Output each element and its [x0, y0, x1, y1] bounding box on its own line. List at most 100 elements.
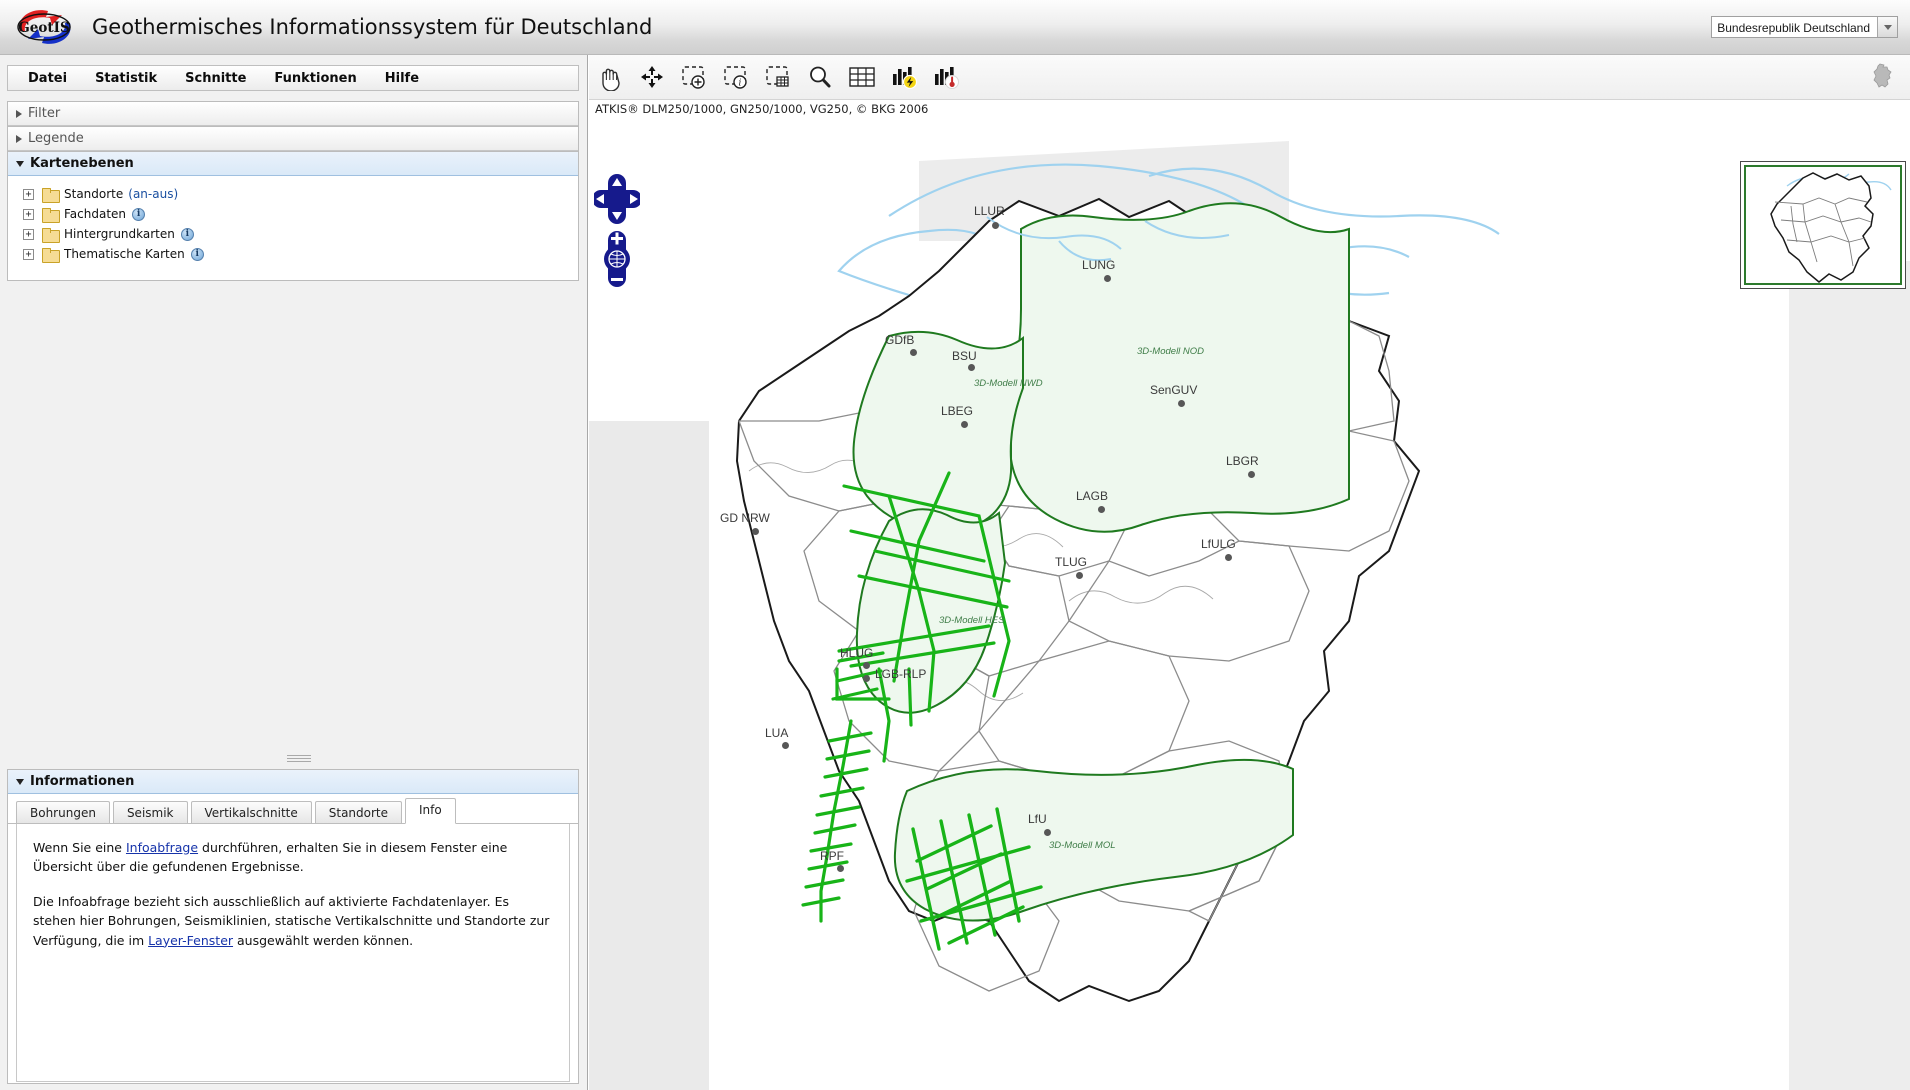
- magnifier-icon: [810, 66, 831, 88]
- info-icon[interactable]: i: [132, 207, 146, 221]
- menu-item-funktionen[interactable]: Funktionen: [260, 69, 370, 88]
- left-panel: Datei Statistik Schnitte Funktionen Hilf…: [0, 55, 588, 1090]
- accordion-filter-header[interactable]: Filter: [8, 102, 578, 126]
- map-model-label-nod: 3D-Modell NOD: [1137, 346, 1205, 357]
- tab-vertikalschnitte[interactable]: Vertikalschnitte: [190, 801, 312, 823]
- tree-item-label: Thematische Karten: [64, 247, 185, 261]
- info-icon[interactable]: i: [190, 247, 204, 261]
- accordion-legende-title: Legende: [28, 131, 84, 146]
- pan-tool-button[interactable]: [589, 57, 631, 97]
- rect-table-icon: [766, 66, 789, 87]
- map-label-gdfb: GDfB: [885, 333, 915, 347]
- map-dot-lbeg: [961, 421, 968, 428]
- layer-fenster-link[interactable]: Layer-Fenster: [148, 933, 233, 948]
- page-title: Geothermisches Informationssystem für De…: [92, 15, 653, 39]
- table-button[interactable]: [841, 57, 883, 97]
- overview-map[interactable]: [1740, 161, 1906, 289]
- app-header: GeotIS Geothermisches Informationssystem…: [0, 0, 1910, 55]
- standorte-an-link[interactable]: an: [133, 187, 148, 201]
- menu-item-datei[interactable]: Datei: [14, 69, 81, 88]
- search-button[interactable]: [799, 57, 841, 97]
- chevron-down-icon[interactable]: [1877, 17, 1897, 37]
- map-dot-senguv: [1178, 400, 1185, 407]
- table-icon: [849, 67, 875, 87]
- map-label-lfu: LfU: [1028, 812, 1047, 826]
- tree-item-fachdaten[interactable]: + Fachdaten i: [16, 204, 578, 224]
- map-label-bsu: BSU: [952, 349, 977, 363]
- map-model-label-nwd: 3D-Modell NWD: [974, 378, 1043, 389]
- folder-icon: [42, 187, 60, 203]
- region-select[interactable]: Bundesrepublik Deutschland: [1711, 16, 1898, 38]
- accordion-filter-title: Filter: [28, 106, 61, 121]
- accordion-filter[interactable]: Filter: [7, 101, 579, 126]
- map-attribution: ATKIS® DLM250/1000, GN250/1000, VG250, ©…: [595, 102, 929, 116]
- germany-shape-icon: [1873, 63, 1892, 88]
- accordion-informationen: Informationen Bohrungen Seismik Vertikal…: [7, 769, 579, 1084]
- panel-resize-handle[interactable]: [287, 755, 311, 762]
- map-label-rpf: RPF: [820, 849, 844, 863]
- tab-standorte[interactable]: Standorte: [314, 801, 403, 823]
- bar-chart-energy-icon: [893, 67, 918, 90]
- map-dot-bsu: [968, 364, 975, 371]
- info-tab-content: Wenn Sie eine Infoabfrage durchführen, e…: [16, 824, 570, 1082]
- expander-icon[interactable]: +: [23, 248, 34, 260]
- accordion-informationen-header[interactable]: Informationen: [8, 770, 578, 794]
- accordion-informationen-title: Informationen: [30, 774, 135, 789]
- map-dot-lua: [782, 742, 789, 749]
- map-label-tlug: TLUG: [1055, 555, 1088, 569]
- menu-item-schnitte[interactable]: Schnitte: [171, 69, 260, 88]
- bar-chart-temperature-icon: [935, 67, 959, 89]
- info-tabs: Bohrungen Seismik Vertikalschnitte Stand…: [8, 798, 578, 824]
- map-dot-gdfb: [910, 349, 917, 356]
- accordion-legende-header[interactable]: Legende: [8, 127, 578, 151]
- expander-icon[interactable]: +: [23, 208, 34, 220]
- map-dot-lfu: [1044, 829, 1051, 836]
- map-label-llur: LLUR: [974, 204, 1005, 218]
- accordion-kartenebenen-title: Kartenebenen: [30, 156, 134, 171]
- map-dot-lfulg: [1225, 554, 1232, 561]
- map-navigation-control[interactable]: [592, 173, 642, 293]
- tree-item-label: Standorte: [64, 187, 124, 201]
- map-canvas[interactable]: LLUR LUNG BSU GDfB SenGUV LBEG LBGR LAGB…: [589, 121, 1910, 1090]
- standorte-aus-link[interactable]: aus: [152, 187, 173, 201]
- map-label-lua: LUA: [765, 726, 789, 740]
- geotis-logo: GeotIS: [10, 5, 80, 49]
- rect-plus-icon: [682, 66, 705, 89]
- map-label-lbeg: LBEG: [941, 404, 974, 418]
- map-dot-lgb-rlp: [863, 675, 870, 682]
- tree-item-label: Hintergrundkarten: [64, 227, 175, 241]
- rect-table-button[interactable]: [757, 57, 799, 97]
- tab-bohrungen[interactable]: Bohrungen: [16, 801, 110, 823]
- expander-icon[interactable]: +: [23, 188, 34, 200]
- menu-item-statistik[interactable]: Statistik: [81, 69, 171, 88]
- germany-map: [589, 141, 1910, 1090]
- info-p2-post: ausgewählt werden können.: [233, 932, 414, 948]
- map-dot-gd-nrw: [752, 528, 759, 535]
- region-select-value: Bundesrepublik Deutschland: [1712, 17, 1877, 37]
- tab-info[interactable]: Info: [405, 798, 456, 824]
- chart-temperature-button[interactable]: [925, 57, 967, 97]
- chart-energy-button[interactable]: [883, 57, 925, 97]
- accordion-kartenebenen-header[interactable]: Kartenebenen: [8, 152, 578, 176]
- hand-icon: [602, 68, 620, 91]
- expander-icon[interactable]: +: [23, 228, 34, 240]
- info-icon[interactable]: i: [180, 227, 194, 241]
- map-label-gd-nrw: GD NRW: [720, 511, 770, 525]
- menu-item-hilfe[interactable]: Hilfe: [371, 69, 433, 88]
- paren-close: ): [173, 187, 179, 201]
- rect-info-button[interactable]: i: [715, 57, 757, 97]
- accordion-legende[interactable]: Legende: [7, 126, 579, 151]
- map-label-lfulg: LfULG: [1201, 537, 1236, 551]
- tab-seismik[interactable]: Seismik: [112, 801, 188, 823]
- infoabfrage-link[interactable]: Infoabfrage: [126, 840, 198, 855]
- map-model-label-mol: 3D-Modell MOL: [1049, 840, 1116, 851]
- germany-overview-button[interactable]: [1868, 61, 1898, 94]
- folder-icon: [42, 227, 60, 243]
- tree-item-hintergrundkarten[interactable]: + Hintergrundkarten i: [16, 224, 578, 244]
- tree-item-standorte[interactable]: + Standorte ( an - aus ): [16, 184, 578, 204]
- rect-zoom-button[interactable]: [673, 57, 715, 97]
- tree-item-thematische-karten[interactable]: + Thematische Karten i: [16, 244, 578, 264]
- zoom-to-extent-button[interactable]: [631, 57, 673, 97]
- accordion-kartenebenen: Kartenebenen + Standorte ( an - aus ) + …: [7, 151, 579, 281]
- overview-germany-icon: [1770, 172, 1892, 283]
